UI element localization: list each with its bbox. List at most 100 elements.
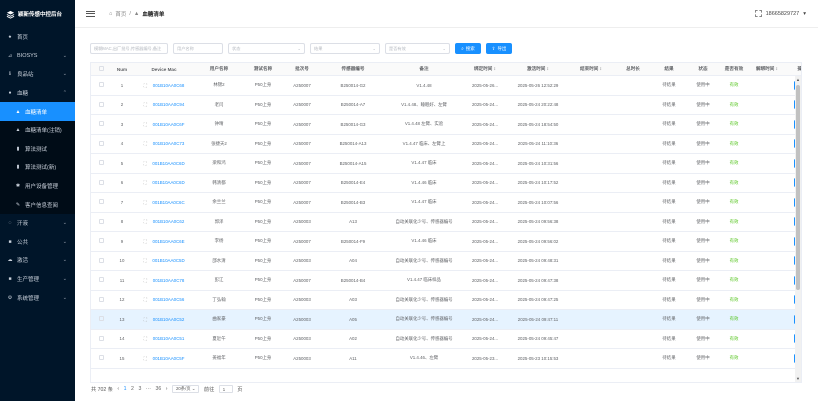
scroll-up-icon[interactable]: ▲ <box>795 77 801 82</box>
table-row[interactable]: 5 ⛶ 001B10AA0C6D 梁和鸿 P50上身 A250007 B250014-A15… <box>91 154 801 174</box>
expand-icon[interactable]: ⛶ <box>144 356 147 361</box>
device-mac-link[interactable]: 001B10AA0C56 <box>153 297 185 302</box>
table-row[interactable]: 2 ⛶ 001B10AA0C94 老闫 P50上身 A250007 B250014-A7 V1… <box>91 96 801 115</box>
sidebar-item[interactable]: ▮ 算法测试 <box>0 139 75 159</box>
user-menu[interactable]: 18665829727 ▾ <box>754 10 806 17</box>
row-checkbox[interactable] <box>98 160 104 166</box>
row-checkbox[interactable] <box>98 335 104 341</box>
next-page-icon[interactable]: › <box>166 386 168 392</box>
expand-icon[interactable]: ⛶ <box>144 219 147 224</box>
device-mac-link[interactable]: 001B10AA0C52 <box>153 317 185 322</box>
breadcrumb-home[interactable]: 首页 <box>115 10 126 18</box>
search-button[interactable]: ⌕ 搜索 <box>455 43 481 54</box>
sidebar-item[interactable]: ■ 生产管理 ⌄ <box>0 270 75 289</box>
device-mac-link[interactable]: 001B10AA0C6D <box>152 161 184 166</box>
page-3[interactable]: 3 <box>138 386 141 392</box>
row-checkbox[interactable] <box>98 101 104 107</box>
sidebar-item[interactable]: ✱ 用户设备管理 <box>0 176 75 196</box>
row-checkbox[interactable] <box>98 121 104 127</box>
scroll-down-icon[interactable]: ▼ <box>795 376 801 381</box>
table-row[interactable]: 13 ⛶ 001B10AA0C52 曲家豪 P50上身 A250003 A05 自动关联化少号… <box>91 310 801 330</box>
expand-icon[interactable]: ⛶ <box>144 297 147 302</box>
expand-icon[interactable]: ⛶ <box>143 180 146 185</box>
device-mac-link[interactable]: 001B10AA0C68 <box>153 83 185 88</box>
sidebar-item[interactable]: ℹ 良品站 ⌄ <box>0 65 75 84</box>
device-mac-link[interactable]: 001B10AA0C78 <box>153 278 185 283</box>
valid-select[interactable]: 是否有效 ⌄ <box>385 43 450 54</box>
expand-icon[interactable]: ⛶ <box>143 239 146 244</box>
row-checkbox[interactable] <box>98 277 104 283</box>
expand-icon[interactable]: ⛶ <box>143 161 146 166</box>
row-checkbox[interactable] <box>98 82 104 88</box>
sidebar-item[interactable]: ▲ 血糖清单(注销) <box>0 120 75 140</box>
sidebar-item[interactable]: ◌ 汗液 ⌄ <box>0 214 75 233</box>
table-row[interactable]: 1 ⛶ 001B10AA0C68 林锦2 P50上身 A250007 B250014-G2 V… <box>91 76 801 96</box>
result-select[interactable]: 结果 ⌄ <box>310 43 380 54</box>
expand-icon[interactable]: ⛶ <box>144 336 147 341</box>
row-checkbox[interactable] <box>98 218 104 224</box>
table-scrollbar[interactable]: ▲ ▼ <box>795 76 801 382</box>
sidebar-item[interactable]: ✎ 客户信息查阅 <box>0 195 75 214</box>
fullscreen-icon[interactable] <box>754 10 762 17</box>
page-2[interactable]: 2 <box>131 386 134 392</box>
table-row[interactable]: 8 ⛶ 001B10AA0C62 郭泽 P50上身 A250003 A13 自动关联化少号、传… <box>91 213 801 232</box>
table-row[interactable]: 3 ⛶ 001B10AA0C6F 钟晴 P50上身 A250007 B250014-G3 V1… <box>91 115 801 135</box>
table-row[interactable]: 11 ⛶ 001B10AA0C78 彭江 P50上身 A250007 B250014-B4 V… <box>91 271 801 291</box>
sidebar-item[interactable]: ⊿ BIOSYS ⌄ <box>0 47 75 66</box>
app-logo[interactable]: 颖新传感中控后台 <box>0 0 75 28</box>
sidebar-item[interactable]: ▲ 血糖清单 <box>0 102 75 121</box>
row-checkbox[interactable] <box>98 355 104 361</box>
page-1[interactable]: 1 <box>124 386 127 392</box>
expand-icon[interactable]: ⛶ <box>144 278 147 283</box>
table-row[interactable]: 14 ⛶ 001B10AA0C51 夏近午 P50上身 A250003 A02 自动关联化少号… <box>91 330 801 349</box>
sidebar-item[interactable]: ☁ 激活 ⌄ <box>0 251 75 270</box>
page-ellipsis[interactable]: ··· <box>146 386 151 392</box>
table-row[interactable]: 4 ⛶ 001B10AA0C73 张捷天2 P50上身 A250007 B250014-A1… <box>91 135 801 154</box>
expand-icon[interactable]: ⛶ <box>144 102 147 107</box>
device-mac-link[interactable]: 001B10AA0C5D <box>152 258 184 263</box>
user-name-input[interactable]: 用户名称 <box>173 43 223 54</box>
select-all-checkbox[interactable] <box>98 66 104 71</box>
row-checkbox[interactable] <box>98 179 104 185</box>
sidebar-item[interactable]: ▮ 算法测试(新) <box>0 158 75 177</box>
sidebar-item[interactable]: ⚙ 系统管理 ⌄ <box>0 288 75 307</box>
row-checkbox[interactable] <box>98 296 104 302</box>
goto-page-input[interactable]: 1 <box>218 385 233 393</box>
expand-icon[interactable]: ⛶ <box>143 200 146 205</box>
sidebar-item[interactable]: ♠ 首页 <box>0 28 75 47</box>
device-mac-link[interactable]: 001B10AA0C6F <box>153 122 185 127</box>
scrollbar-thumb[interactable] <box>796 85 800 290</box>
user-phone[interactable]: 18665829727 <box>766 11 800 17</box>
row-checkbox[interactable] <box>98 199 104 205</box>
expand-icon[interactable]: ⛶ <box>143 258 146 263</box>
status-select[interactable]: 状态 ⌄ <box>228 43 305 54</box>
table-row[interactable]: 6 ⛶ 001B10AA0C6D 韩清都 P50上身 A250007 B250014-E4 V… <box>91 174 801 193</box>
expand-icon[interactable]: ⛶ <box>144 122 147 127</box>
prev-page-icon[interactable]: ‹ <box>117 386 119 392</box>
table-row[interactable]: 7 ⛶ 001B10AA0C6C 余兰兰 P50上身 A250007 B250014-B3 V… <box>91 193 801 213</box>
table-row[interactable]: 15 ⛶ 001B10AA0C5F 姜福年 P50上身 A250003 A11 V1.4.46… <box>91 349 801 369</box>
table-row[interactable]: 9 ⛶ 001B10AA0C6E 李杨 P50上身 A250007 B250014-F9 V1… <box>91 232 801 252</box>
sidebar-item[interactable]: ● 血糖 ⌃ <box>0 84 75 103</box>
expand-icon[interactable]: ⛶ <box>144 141 147 146</box>
device-mac-link[interactable]: 001B10AA0C73 <box>153 141 185 146</box>
device-mac-link[interactable]: 001B10AA0C6C <box>152 200 184 205</box>
row-checkbox[interactable] <box>98 316 104 322</box>
device-mac-link[interactable]: 001B10AA0C6D <box>152 180 184 185</box>
page-size-select[interactable]: 20条/页 ⌄ <box>172 385 200 393</box>
device-mac-link[interactable]: 001B10AA0C94 <box>153 102 185 107</box>
menu-toggle-icon[interactable] <box>86 10 95 17</box>
row-checkbox[interactable] <box>98 257 104 263</box>
export-button[interactable]: ⇧ 导出 <box>486 43 512 54</box>
sidebar-item[interactable]: ■ 公共 ⌄ <box>0 233 75 252</box>
expand-icon[interactable]: ⛶ <box>144 317 147 322</box>
chevron-down-icon[interactable]: ▾ <box>803 11 806 17</box>
expand-icon[interactable]: ⛶ <box>144 83 147 88</box>
search-input[interactable]: 模糊MAC,出厂批号,传感器编号,备注 <box>90 43 168 54</box>
row-checkbox[interactable] <box>98 140 104 146</box>
column-header[interactable] <box>91 66 111 72</box>
device-mac-link[interactable]: 001B10AA0C6E <box>153 239 185 244</box>
row-checkbox[interactable] <box>98 238 104 244</box>
device-mac-link[interactable]: 001B10AA0C51 <box>153 336 185 341</box>
device-mac-link[interactable]: 001B10AA0C5F <box>153 356 185 361</box>
